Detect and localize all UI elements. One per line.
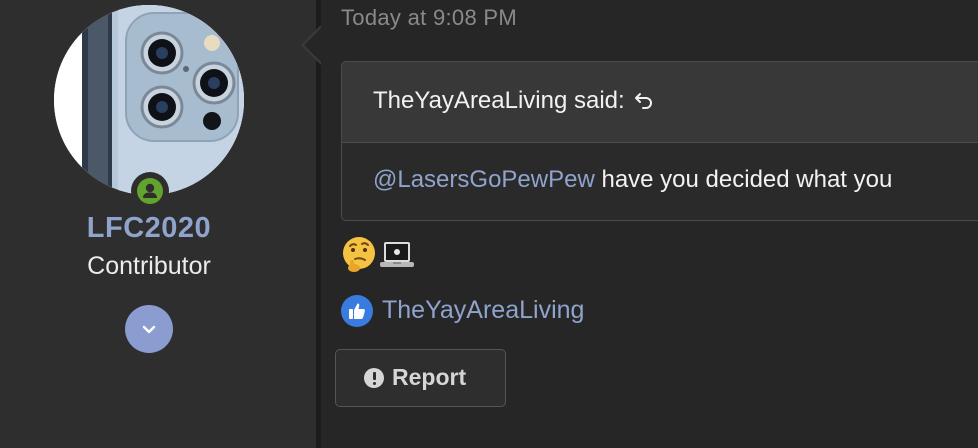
like-reaction [341,295,373,327]
quote-text: have you decided what you [594,166,893,193]
reaction-users-link[interactable]: TheYayAreaLiving [382,296,584,325]
quote-author: TheYayAreaLiving said: [373,87,625,114]
jump-to-quote-icon[interactable] [633,88,655,110]
user-title: Contributor [87,252,211,280]
panel-divider [316,0,321,448]
exclamation-circle-icon [364,368,384,388]
thinking-face-emoji [341,236,377,278]
quote-body: @LasersGoPewPew have you decided what yo… [373,166,892,194]
user-icon [143,183,157,198]
quote-header[interactable]: TheYayAreaLiving said: [342,62,978,143]
online-status-badge [131,172,169,210]
user-panel: LFC2020 Contributor [0,0,316,448]
quote-block: TheYayAreaLiving said: @LasersGoPewPew h… [341,61,978,221]
laptop-emoji [379,236,415,278]
avatar[interactable] [54,5,244,195]
user-mention-link[interactable]: @LasersGoPewPew [373,166,595,193]
expand-user-info-button[interactable] [125,305,173,353]
online-status-dot [137,178,163,204]
username[interactable]: LFC2020 [0,212,298,245]
quote-author-line: TheYayAreaLiving said: [373,87,655,115]
report-label: Report [392,364,467,390]
thumbs-up-icon [349,303,365,319]
report-button[interactable]: Report [335,349,506,407]
phone-camera-avatar [54,5,244,195]
post-date[interactable]: Today at 9:08 PM [341,5,517,31]
message-arrow-fill [304,27,322,63]
chevron-down-icon [142,325,156,334]
